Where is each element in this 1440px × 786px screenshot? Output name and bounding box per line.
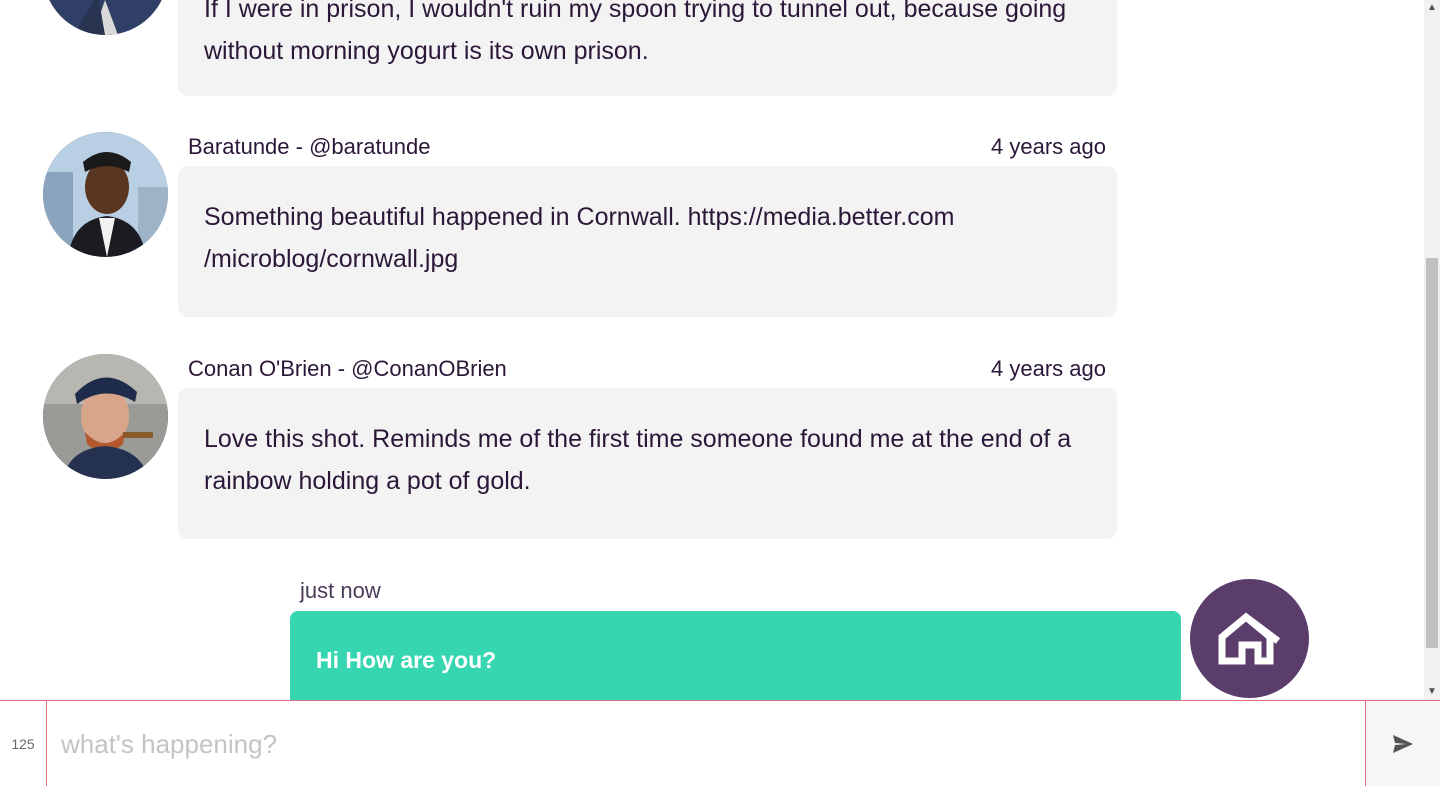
post-bubble: If I were in prison, I wouldn't ruin my … [178, 0, 1117, 96]
post-bubble: Something beautiful happened in Cornwall… [178, 166, 1117, 317]
scrollbar[interactable]: ▲ ▼ [1424, 0, 1440, 700]
avatar[interactable] [43, 132, 168, 257]
character-counter: 125 [11, 736, 35, 752]
my-avatar[interactable] [1190, 579, 1309, 698]
send-icon [1393, 735, 1413, 753]
scroll-thumb[interactable] [1426, 258, 1438, 648]
post-author[interactable]: Conan O'Brien - @ConanOBrien [188, 356, 507, 382]
message-feed: If I were in prison, I wouldn't ruin my … [0, 0, 1424, 700]
post-bubble: Love this shot. Reminds me of the first … [178, 388, 1117, 539]
post-header: Baratunde - @baratunde 4 years ago [188, 132, 1106, 162]
post-author[interactable]: Baratunde - @baratunde [188, 134, 431, 160]
avatar[interactable] [43, 0, 168, 35]
scroll-up-icon[interactable]: ▲ [1424, 0, 1440, 16]
post-time: 4 years ago [991, 134, 1106, 159]
my-message-time: just now [300, 578, 381, 603]
post-text: Something beautiful happened in Cornwall… [204, 203, 955, 273]
send-button[interactable] [1366, 701, 1440, 786]
post-text: If I were in prison, I wouldn't ruin my … [204, 0, 1067, 65]
my-message-bubble: Hi How are you? [290, 611, 1181, 700]
message-input[interactable] [46, 700, 1366, 786]
composer: 125 [0, 700, 1440, 786]
post-time: 4 years ago [991, 356, 1106, 381]
avatar[interactable] [43, 354, 168, 479]
my-message-text: Hi How are you? [316, 647, 497, 673]
post-header: Conan O'Brien - @ConanOBrien 4 years ago [188, 354, 1106, 384]
post-text: Love this shot. Reminds me of the first … [204, 425, 1072, 495]
scroll-down-icon[interactable]: ▼ [1424, 684, 1440, 700]
house-logo-icon [1218, 611, 1280, 664]
